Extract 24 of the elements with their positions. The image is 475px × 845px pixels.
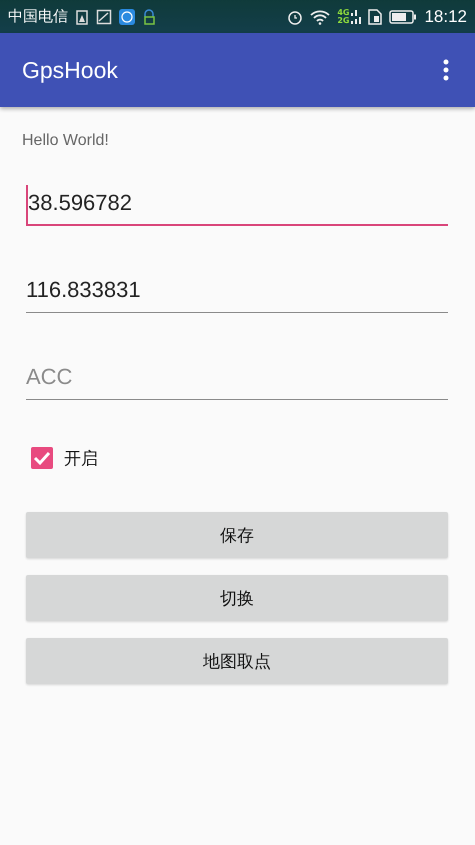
clock-time: 18:12 (424, 6, 467, 26)
overflow-menu-icon[interactable] (443, 59, 449, 81)
wifi-icon (310, 8, 330, 24)
signal-icon (351, 8, 362, 24)
action-button[interactable]: 切换 (26, 575, 448, 621)
app-icon (119, 8, 135, 24)
alarm-icon (287, 8, 304, 24)
input-field[interactable]: 38.596782 (26, 185, 448, 226)
network-type-label: 4G (337, 8, 350, 16)
greeting-text: Hello World! (22, 132, 110, 150)
carrier-name: 中国电信 (8, 7, 68, 26)
battery-icon (389, 10, 418, 24)
app-title: GpsHook (22, 56, 118, 84)
action-button[interactable]: 地图取点 (26, 638, 448, 684)
action-button[interactable]: 保存 (26, 512, 448, 558)
input-field[interactable]: 116.833831 (26, 272, 448, 313)
lock-icon (142, 8, 156, 24)
image-icon (96, 8, 112, 24)
checkbox-icon[interactable] (30, 446, 54, 470)
network-type-label: 2G (337, 16, 350, 24)
battery-warning-icon (75, 8, 89, 24)
input-field[interactable]: ACC (26, 359, 448, 400)
sim-card-icon (368, 8, 382, 24)
enable-checkbox[interactable]: 开启 (30, 446, 98, 470)
